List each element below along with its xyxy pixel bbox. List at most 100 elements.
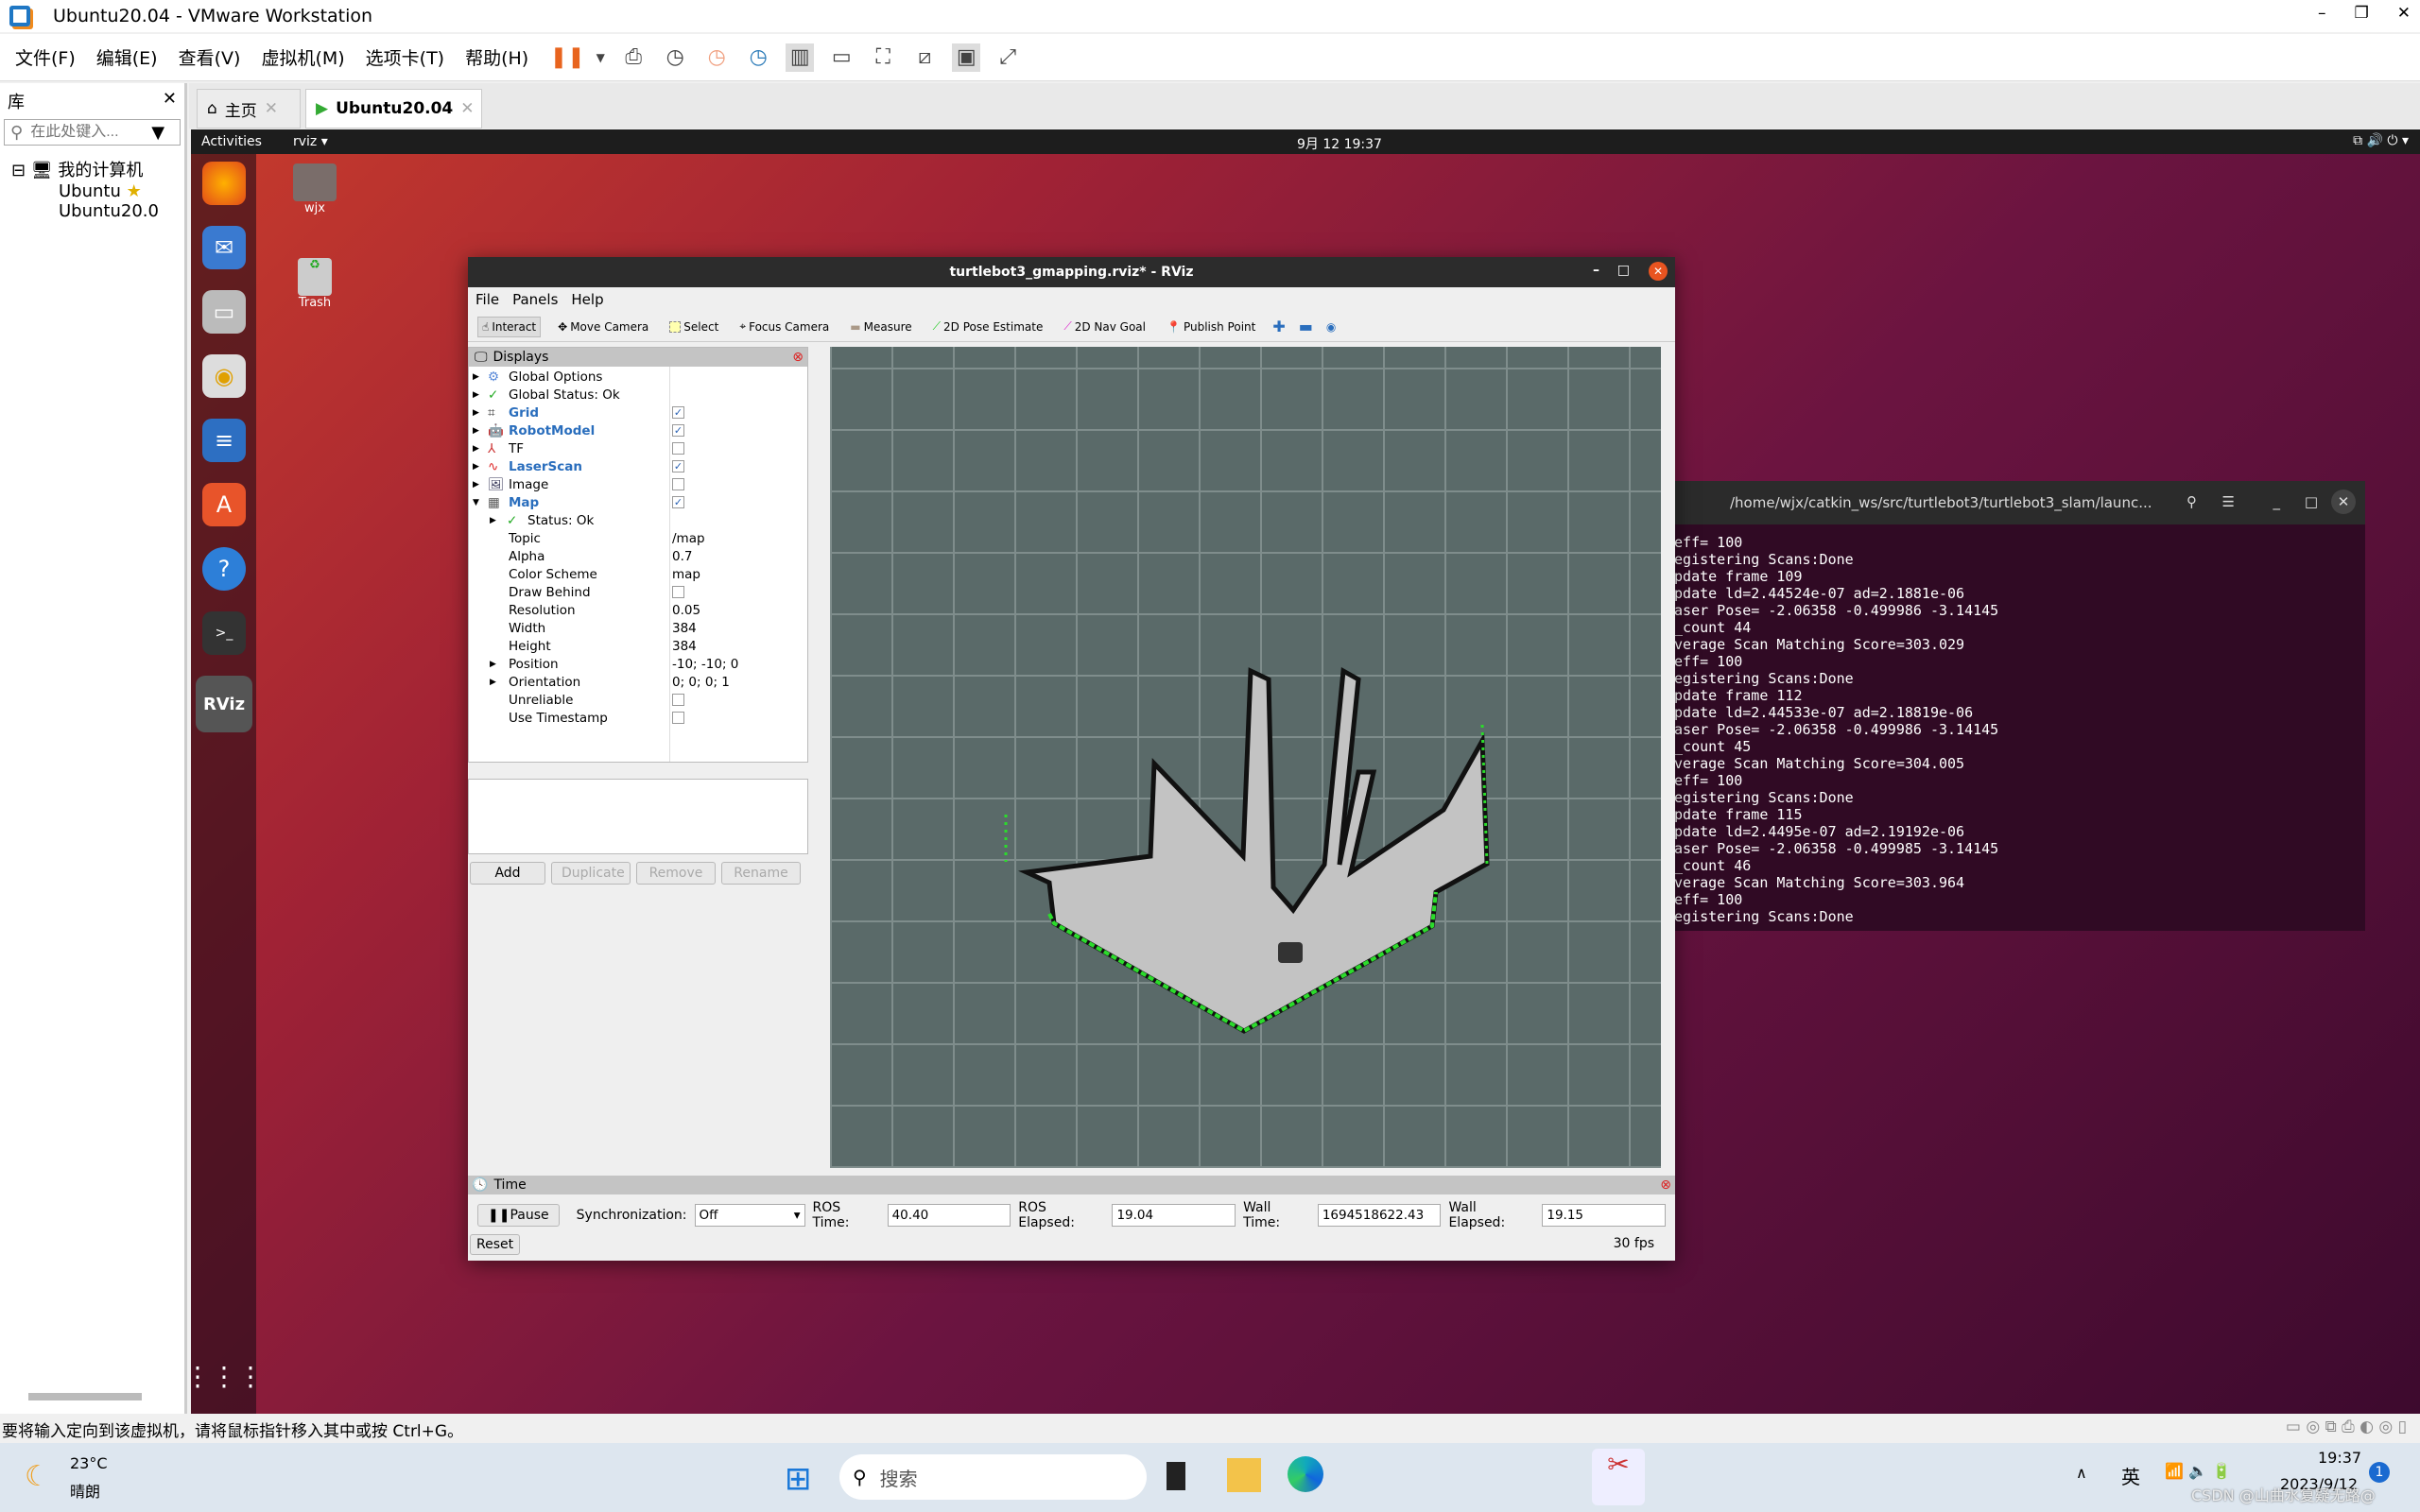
clock[interactable]: 9月 12 19:37 (1297, 134, 1382, 153)
tab-ubuntu[interactable]: ▶ Ubuntu20.04 ✕ (305, 89, 482, 129)
weather-moon-icon[interactable]: ☾ (25, 1460, 50, 1493)
property-value[interactable]: 0.7 (672, 549, 692, 564)
snapshot-manager-icon[interactable]: ◷ (744, 43, 772, 72)
tool-interact[interactable]: ☝ Interact (477, 316, 542, 337)
display-item[interactable]: ▶ 🤖 RobotModel ✓ (469, 421, 807, 439)
tool-publish-point[interactable]: 📍 Publish Point (1163, 318, 1259, 336)
console-icon[interactable]: ▣ (952, 43, 981, 72)
display-checkbox[interactable]: ✓ (672, 406, 684, 419)
display-checkbox[interactable]: ✓ (672, 424, 684, 437)
firefox-icon[interactable] (202, 162, 246, 205)
tool-pose-estimate[interactable]: ⟋ 2D Pose Estimate (929, 317, 1047, 336)
software-icon[interactable]: A (202, 483, 246, 526)
close-button[interactable]: ✕ (1649, 262, 1668, 281)
rviz-icon[interactable]: RViz (196, 676, 252, 732)
property-checkbox[interactable] (672, 586, 684, 598)
edge-icon[interactable] (1288, 1456, 1323, 1492)
tree-item[interactable]: Ubuntu ★ (11, 181, 184, 201)
task-view-icon[interactable] (1167, 1462, 1185, 1490)
network-volume-battery-icons[interactable]: 📶 🔈 🔋 (2165, 1462, 2231, 1480)
rename-button[interactable]: Rename (721, 862, 801, 885)
files-icon[interactable]: ▭ (202, 290, 246, 334)
tree-root[interactable]: ⊟ 🖥 我的计算机 (11, 157, 184, 181)
close-icon[interactable]: ✕ (265, 99, 278, 118)
property-value[interactable]: /map (672, 531, 705, 546)
pause-vm-icon[interactable]: ❚❚ (550, 43, 585, 72)
expanded-arrow-icon[interactable]: ▼ (473, 498, 479, 507)
display-checkbox[interactable] (672, 478, 684, 490)
close-icon[interactable]: ✕ (460, 99, 474, 118)
collapsed-arrow-icon[interactable]: ▶ (490, 660, 496, 669)
map-property-row[interactable]: ▶ ✓ Status: Ok (469, 511, 807, 529)
map-property-row[interactable]: Unreliable (469, 691, 807, 709)
collapsed-arrow-icon[interactable]: ▶ (473, 462, 479, 472)
close-panel-icon[interactable]: ⊗ (792, 350, 804, 365)
map-property-row[interactable]: Color Scheme map (469, 565, 807, 583)
map-property-row[interactable]: Height 384 (469, 637, 807, 655)
menu-view[interactable]: 查看(V) (179, 44, 241, 70)
library-close-button[interactable]: ✕ (163, 89, 177, 113)
unity-icon[interactable]: ⧄ (910, 43, 939, 72)
wall-time-field[interactable]: 1694518622.43 (1317, 1204, 1442, 1227)
tab-home[interactable]: ⌂ 主页 ✕ (197, 89, 301, 129)
display-item[interactable]: ▼ ▦ Map ✓ (469, 493, 807, 511)
tool-nav-goal[interactable]: ⟋ 2D Nav Goal (1060, 317, 1150, 336)
desktop-icon-trash[interactable]: ♻ Trash (291, 258, 338, 310)
duplicate-button[interactable]: Duplicate (551, 862, 631, 885)
menu-icon[interactable]: ☰ (2222, 493, 2235, 510)
system-tray-icons[interactable]: ⧉ 🔊 ⏻ ▾ (2353, 133, 2409, 148)
menu-vm[interactable]: 虚拟机(M) (261, 44, 344, 70)
terminal-icon[interactable]: >_ (202, 611, 246, 655)
menu-edit[interactable]: 编辑(E) (96, 44, 158, 70)
start-icon[interactable]: ⊞ (785, 1460, 812, 1498)
revert-snapshot-icon[interactable]: ◷ (702, 43, 731, 72)
close-button[interactable]: ✕ (2397, 4, 2411, 23)
taskbar-time[interactable]: 19:37 (2318, 1449, 2361, 1467)
camera-view-icon[interactable]: ◉ (1326, 320, 1336, 334)
menu-panels[interactable]: Panels (512, 291, 558, 308)
sidebar-view-icon[interactable]: ▥ (786, 43, 815, 72)
collapsed-arrow-icon[interactable]: ▶ (473, 480, 479, 490)
map-property-row[interactable]: Alpha 0.7 (469, 547, 807, 565)
maximize-button[interactable]: □ (2305, 493, 2318, 510)
remove-button[interactable]: Remove (636, 862, 716, 885)
menu-file[interactable]: File (475, 291, 499, 308)
property-value[interactable]: 0; 0; 0; 1 (672, 675, 730, 690)
display-checkbox[interactable]: ✓ (672, 460, 684, 472)
collapsed-arrow-icon[interactable]: ▶ (473, 444, 479, 454)
property-checkbox[interactable] (672, 712, 684, 724)
taskbar-search[interactable]: ⚲ 搜索 (839, 1454, 1147, 1500)
file-explorer-icon[interactable] (1227, 1458, 1261, 1492)
restore-button[interactable]: ❐ (2355, 4, 2369, 23)
help-icon[interactable]: ? (202, 547, 246, 591)
minimize-button[interactable]: _ (2273, 493, 2281, 510)
map-property-row[interactable]: Topic/map (469, 529, 807, 547)
collapsed-arrow-icon[interactable]: ▶ (473, 408, 479, 418)
minimize-button[interactable]: – (2318, 4, 2326, 23)
maximize-button[interactable]: □ (1617, 263, 1630, 278)
thunderbird-icon[interactable]: ✉ (202, 226, 246, 269)
ime-indicator[interactable]: 英 (2121, 1462, 2140, 1489)
tool-focus-camera[interactable]: ⌖ Focus Camera (735, 317, 833, 336)
library-search-input[interactable] (30, 124, 145, 141)
app-menu[interactable]: rviz ▾ (293, 134, 328, 149)
minimize-button[interactable]: – (1593, 263, 1599, 278)
collapsed-arrow-icon[interactable]: ▶ (490, 516, 496, 525)
ros-time-field[interactable]: 40.40 (887, 1204, 1011, 1227)
stretch-icon[interactable]: ⤢ (994, 43, 1022, 72)
snipping-tool-icon[interactable]: ✂ (1592, 1449, 1645, 1505)
display-item[interactable]: ▶ ∿ LaserScan ✓ (469, 457, 807, 475)
menu-help[interactable]: Help (571, 291, 603, 308)
display-checkbox[interactable]: ✓ (672, 496, 684, 508)
close-panel-icon[interactable]: ⊗ (1660, 1177, 1671, 1193)
show-apps-icon[interactable]: ⋮⋮⋮ (184, 1354, 264, 1398)
remove-tool-icon[interactable]: ▬ (1299, 318, 1313, 335)
property-value[interactable]: -10; -10; 0 (672, 657, 738, 672)
chevron-down-icon[interactable]: ▼ (151, 123, 164, 143)
close-button[interactable]: ✕ (2331, 490, 2356, 514)
activities-button[interactable]: Activities (201, 134, 262, 149)
search-icon[interactable]: ⚲ (2187, 493, 2197, 510)
tool-measure[interactable]: ▬ Measure (846, 318, 915, 336)
property-value[interactable]: 384 (672, 639, 697, 654)
terminal-output[interactable]: neff= 100 Registering Scans:Done update fr… (1666, 524, 2365, 925)
